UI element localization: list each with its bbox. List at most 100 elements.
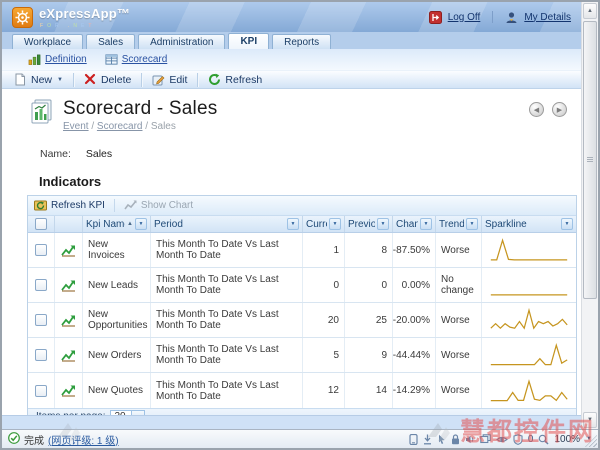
- scroll-up-button[interactable]: ▲: [583, 3, 597, 19]
- scroll-down-button[interactable]: ▼: [583, 412, 597, 428]
- period-cell: This Month To Date Vs Last Month To Date: [151, 268, 303, 302]
- previous-cell: 9: [345, 338, 393, 372]
- subnav-scorecard[interactable]: Scorecard: [105, 53, 168, 66]
- lock-icon[interactable]: [451, 434, 460, 445]
- kpi-type-icon: [55, 373, 83, 408]
- row-select-cell[interactable]: [28, 373, 55, 408]
- kpi-grid: Refresh KPI Show Chart Kpi Name▲▼Period▼…: [27, 195, 577, 415]
- next-record-button[interactable]: ▶: [552, 102, 567, 117]
- items-per-page-label: Items per page:: [36, 411, 105, 415]
- zoom-magnifier-icon[interactable]: [538, 434, 549, 445]
- kpi-row[interactable]: New LeadsThis Month To Date Vs Last Mont…: [28, 268, 576, 303]
- definition-link[interactable]: Definition: [45, 54, 87, 65]
- scorecard-link[interactable]: Scorecard: [122, 54, 168, 65]
- download-icon[interactable]: [423, 434, 432, 445]
- previous-record-button[interactable]: ◀: [529, 102, 544, 117]
- tab-reports[interactable]: Reports: [272, 34, 331, 49]
- layout-icon[interactable]: [480, 434, 491, 445]
- column-header-trend[interactable]: Trend▼: [436, 216, 482, 232]
- tab-administration[interactable]: Administration: [138, 34, 225, 49]
- shield-icon[interactable]: [513, 434, 523, 445]
- show-chart-button[interactable]: Show Chart: [124, 199, 193, 212]
- filter-dropdown-button[interactable]: ▼: [329, 218, 341, 230]
- phone-icon[interactable]: [409, 434, 418, 445]
- subnav-definition[interactable]: Definition: [28, 53, 87, 66]
- row-select-cell[interactable]: [28, 268, 55, 302]
- column-header-current[interactable]: Current▼: [303, 216, 345, 232]
- row-select-cell[interactable]: [28, 338, 55, 372]
- refresh-button[interactable]: Refresh: [200, 71, 270, 88]
- delete-x-icon: [84, 73, 97, 86]
- column-header-spark[interactable]: Sparkline▼: [482, 216, 576, 232]
- row-checkbox[interactable]: [35, 244, 47, 256]
- select-all-checkbox[interactable]: [35, 218, 47, 230]
- trend-cell: No change: [436, 268, 482, 302]
- vertical-scrollbar[interactable]: ▲ ▼: [581, 2, 598, 429]
- sound-icon[interactable]: [465, 434, 475, 445]
- row-checkbox[interactable]: [35, 314, 47, 326]
- column-header-change[interactable]: Change▼: [393, 216, 436, 232]
- breadcrumb-event-link[interactable]: Event: [63, 121, 89, 132]
- refresh-kpi-label: Refresh KPI: [51, 200, 105, 211]
- status-done-icon: [8, 432, 20, 447]
- my-details-link[interactable]: My Details: [524, 12, 571, 23]
- toolbar-separator: [197, 73, 198, 87]
- sparkline-cell: [482, 268, 576, 302]
- tab-sales[interactable]: Sales: [86, 34, 135, 49]
- filter-dropdown-button[interactable]: ▼: [420, 218, 432, 230]
- app-name: eXpressApp™: [39, 6, 130, 21]
- scorecard-title-icon: [29, 98, 55, 130]
- page-rating-link[interactable]: (网页评级: 1 级): [48, 432, 119, 447]
- edit-button[interactable]: Edit: [144, 71, 195, 88]
- trend-cell: Worse: [436, 233, 482, 267]
- previous-cell: 0: [345, 268, 393, 302]
- scrollbar-track[interactable]: [582, 20, 598, 411]
- new-button[interactable]: New ▼: [6, 71, 71, 88]
- tab-workplace[interactable]: Workplace: [12, 34, 83, 49]
- scrollbar-thumb[interactable]: [583, 21, 597, 299]
- kpi-row[interactable]: New QuotesThis Month To Date Vs Last Mon…: [28, 373, 576, 408]
- filter-dropdown-button[interactable]: ▼: [135, 218, 147, 230]
- icon-column-header: [55, 216, 83, 232]
- column-label: Change: [396, 219, 418, 230]
- breadcrumb-scorecard-link[interactable]: Scorecard: [97, 121, 143, 132]
- breadcrumb-current: Sales: [151, 121, 176, 132]
- current-cell: 12: [303, 373, 345, 408]
- filter-dropdown-button[interactable]: ▼: [287, 218, 299, 230]
- refresh-button-label: Refresh: [225, 74, 262, 86]
- tab-kpi[interactable]: KPI: [228, 33, 269, 49]
- column-header-previous[interactable]: Previous▼: [345, 216, 393, 232]
- refresh-kpi-button[interactable]: Refresh KPI: [34, 199, 105, 212]
- kpi-row[interactable]: New OpportunitiesThis Month To Date Vs L…: [28, 303, 576, 338]
- filter-dropdown-button[interactable]: ▼: [377, 218, 389, 230]
- session-links: Log Off My Details: [429, 11, 571, 24]
- row-select-cell[interactable]: [28, 303, 55, 337]
- change-cell: -20.00%: [393, 303, 436, 337]
- header-separator: [492, 11, 493, 23]
- filter-dropdown-button[interactable]: ▼: [561, 218, 573, 230]
- row-checkbox[interactable]: [35, 385, 47, 397]
- web-page: eXpressApp™ FOR .NET Log Off My Details: [2, 2, 581, 429]
- pointer-icon[interactable]: [437, 434, 446, 445]
- previous-cell: 8: [345, 233, 393, 267]
- eye-icon[interactable]: [496, 434, 508, 445]
- kpi-row[interactable]: New InvoicesThis Month To Date Vs Last M…: [28, 233, 576, 268]
- column-header-kpi[interactable]: Kpi Name▲▼: [83, 216, 151, 232]
- delete-button[interactable]: Delete: [76, 71, 139, 88]
- log-off-link[interactable]: Log Off: [448, 12, 481, 23]
- row-select-cell[interactable]: [28, 233, 55, 267]
- period-cell: This Month To Date Vs Last Month To Date: [151, 338, 303, 372]
- column-header-period[interactable]: Period▼: [151, 216, 303, 232]
- kpi-subnav: Definition Scorecard: [2, 49, 581, 70]
- filter-dropdown-button[interactable]: ▼: [466, 218, 478, 230]
- row-checkbox[interactable]: [35, 349, 47, 361]
- kpi-type-icon: [55, 268, 83, 302]
- zoom-level[interactable]: 100%: [554, 434, 580, 445]
- breadcrumb: Event / Scorecard / Sales: [63, 121, 217, 132]
- app-logo: eXpressApp™ FOR .NET: [12, 6, 130, 29]
- new-dropdown-caret[interactable]: ▼: [57, 77, 63, 83]
- page-size-select[interactable]: 20 ▼: [110, 410, 145, 415]
- row-checkbox[interactable]: [35, 279, 47, 291]
- kpi-row[interactable]: New OrdersThis Month To Date Vs Last Mon…: [28, 338, 576, 373]
- page-size-dropdown-icon[interactable]: ▼: [132, 410, 145, 415]
